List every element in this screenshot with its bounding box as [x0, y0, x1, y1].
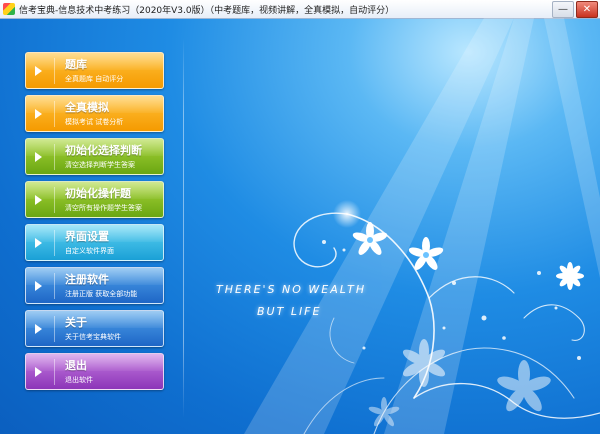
- button-separator: [54, 144, 55, 170]
- play-arrow-icon: [35, 324, 42, 334]
- window-title: 信考宝典-信息技术中考练习（2020年V3.0版）（中考题库，视频讲解，全真模拟…: [19, 5, 395, 16]
- button-label: 关于: [65, 316, 87, 329]
- slogan-line-2: BUT LIFE: [257, 305, 322, 318]
- button-separator: [54, 273, 55, 299]
- flower-icon-right: [556, 262, 584, 290]
- register-button[interactable]: 注册软件 注册正版 获取全部功能: [25, 267, 164, 304]
- button-subtitle: 关于信考宝典软件: [65, 333, 121, 341]
- button-separator: [54, 187, 55, 213]
- play-arrow-icon: [35, 238, 42, 248]
- button-label: 界面设置: [65, 230, 109, 243]
- title-bar: 信考宝典-信息技术中考练习（2020年V3.0版）（中考题库，视频讲解，全真模拟…: [0, 0, 600, 19]
- button-subtitle: 注册正版 获取全部功能: [65, 290, 138, 298]
- button-label: 注册软件: [65, 273, 109, 286]
- exit-button[interactable]: 退出 退出软件: [25, 353, 164, 390]
- window-controls: — ✕: [550, 1, 598, 18]
- button-subtitle: 自定义软件界面: [65, 247, 114, 255]
- flower-icon-bottom: [497, 360, 551, 412]
- floral-artwork: [244, 18, 600, 434]
- close-icon: ✕: [582, 4, 592, 15]
- button-subtitle: 全真题库 自动评分: [65, 75, 124, 83]
- play-arrow-icon: [35, 195, 42, 205]
- close-button[interactable]: ✕: [576, 1, 598, 18]
- button-separator: [54, 101, 55, 127]
- button-label: 全真模拟: [65, 101, 109, 114]
- button-subtitle: 清空所有操作题学生答案: [65, 204, 142, 212]
- button-separator: [54, 230, 55, 256]
- button-label: 初始化操作题: [65, 187, 131, 200]
- reset-operation-button[interactable]: 初始化操作题 清空所有操作题学生答案: [25, 181, 164, 218]
- play-arrow-icon: [35, 66, 42, 76]
- button-subtitle: 退出软件: [65, 376, 93, 384]
- button-subtitle: 模拟考试 试卷分析: [65, 118, 124, 126]
- button-label: 题库: [65, 58, 87, 71]
- button-separator: [54, 58, 55, 84]
- button-subtitle: 清空选择判断学生答案: [65, 161, 135, 169]
- button-separator: [54, 316, 55, 342]
- interface-settings-button[interactable]: 界面设置 自定义软件界面: [25, 224, 164, 261]
- reset-choice-button[interactable]: 初始化选择判断 清空选择判断学生答案: [25, 138, 164, 175]
- slogan-line-1: THERE'S NO WEALTH: [216, 283, 367, 296]
- about-button[interactable]: 关于 关于信考宝典软件: [25, 310, 164, 347]
- button-separator: [54, 359, 55, 385]
- minimize-button[interactable]: —: [552, 1, 574, 18]
- button-label: 退出: [65, 359, 87, 372]
- app-icon: [3, 3, 15, 15]
- minimize-icon: —: [558, 4, 568, 15]
- play-arrow-icon: [35, 281, 42, 291]
- app-window: 信考宝典-信息技术中考练习（2020年V3.0版）（中考题库，视频讲解，全真模拟…: [0, 0, 600, 434]
- mock-exam-button[interactable]: 全真模拟 模拟考试 试卷分析: [25, 95, 164, 132]
- play-arrow-icon: [35, 152, 42, 162]
- play-arrow-icon: [35, 109, 42, 119]
- play-arrow-icon: [35, 367, 42, 377]
- button-label: 初始化选择判断: [65, 144, 142, 157]
- question-bank-button[interactable]: 题库 全真题库 自动评分: [25, 52, 164, 89]
